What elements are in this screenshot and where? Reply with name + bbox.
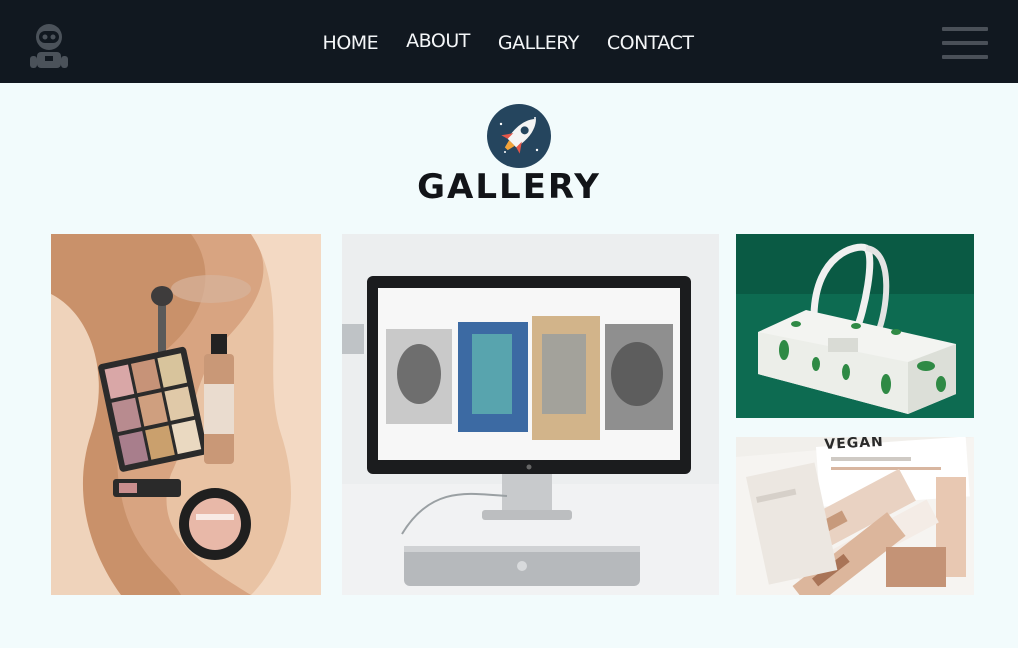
rocket-badge <box>487 104 551 168</box>
gallery-image-cosmetics[interactable] <box>51 234 321 595</box>
nav-link-about[interactable]: ABOUT <box>406 28 470 51</box>
gallery-image-desktop[interactable] <box>342 234 719 595</box>
menu-line <box>942 27 988 31</box>
rocket-icon <box>487 104 551 168</box>
nav-link-gallery[interactable]: GALLERY <box>498 30 580 53</box>
nav-link-home[interactable]: HOME <box>323 30 379 53</box>
astronaut-icon <box>30 24 68 68</box>
top-nav-bar: HOME ABOUT GALLERY CONTACT <box>0 0 1018 83</box>
gallery-image-eco-bag[interactable] <box>736 234 974 418</box>
page-title: GALLERY <box>417 167 601 207</box>
gallery-image-vegan-packaging[interactable]: VEGAN <box>736 437 974 595</box>
main-navigation: HOME ABOUT GALLERY CONTACT <box>0 0 1018 83</box>
vegan-packaging-photo <box>736 437 974 595</box>
logo-button[interactable] <box>22 18 76 72</box>
cosmetics-photo <box>51 234 321 595</box>
eco-bag-photo <box>736 234 974 418</box>
page: HOME ABOUT GALLERY CONTACT GALLERY VEGAN <box>0 0 1018 648</box>
desktop-photo <box>342 234 719 595</box>
hamburger-menu-icon[interactable] <box>942 27 988 61</box>
menu-line <box>942 55 988 59</box>
menu-line <box>942 41 988 45</box>
nav-link-contact[interactable]: CONTACT <box>607 30 694 53</box>
